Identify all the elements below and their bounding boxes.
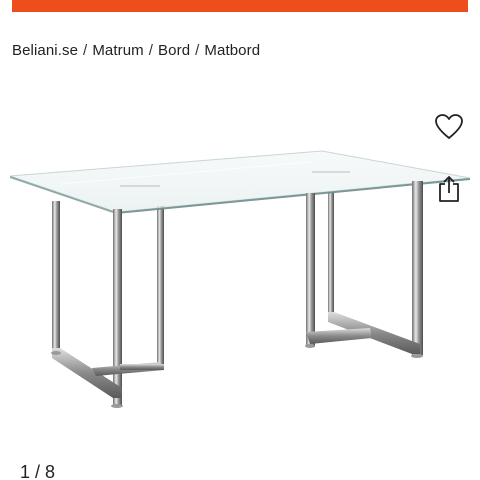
breadcrumb-item-matrum[interactable]: Matrum	[92, 42, 143, 59]
share-icon	[439, 176, 459, 202]
wishlist-button[interactable]	[434, 112, 464, 142]
breadcrumb-item-matbord[interactable]: Matbord	[204, 42, 260, 59]
table-leg-back-left	[157, 206, 164, 370]
glass-tabletop	[9, 150, 471, 214]
breadcrumb-separator: /	[83, 42, 88, 59]
top-banner[interactable]	[12, 0, 468, 12]
share-button[interactable]	[434, 174, 464, 204]
breadcrumb-item-home[interactable]: Beliani.se	[12, 42, 78, 59]
gallery-counter: 1 / 8	[20, 462, 56, 480]
product-page: Beliani.se / Matrum / Bord / Matbord 1 /…	[0, 0, 480, 480]
product-image[interactable]	[0, 130, 480, 420]
breadcrumb: Beliani.se / Matrum / Bord / Matbord	[12, 42, 260, 59]
breadcrumb-separator: /	[148, 42, 154, 59]
table-leg-front-right	[305, 181, 423, 358]
heart-icon	[435, 114, 463, 139]
breadcrumb-separator: /	[195, 42, 200, 59]
table-leg-front-left	[51, 201, 164, 408]
breadcrumb-item-bord[interactable]: Bord	[158, 42, 190, 59]
